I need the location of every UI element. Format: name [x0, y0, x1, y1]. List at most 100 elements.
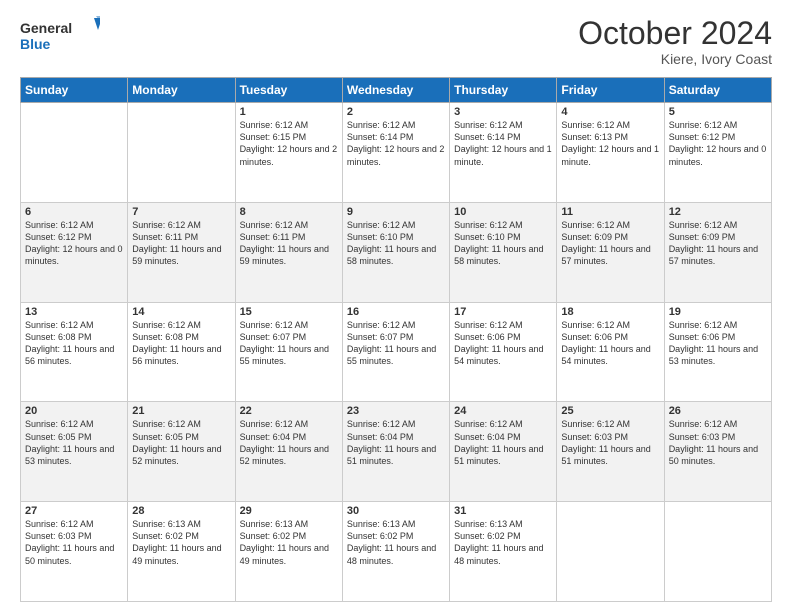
day-cell: 6Sunrise: 6:12 AM Sunset: 6:12 PM Daylig…: [21, 202, 128, 302]
day-cell: 28Sunrise: 6:13 AM Sunset: 6:02 PM Dayli…: [128, 502, 235, 602]
day-number: 16: [347, 306, 445, 318]
day-number: 21: [132, 405, 230, 417]
day-info: Sunrise: 6:13 AM Sunset: 6:02 PM Dayligh…: [347, 518, 445, 567]
week-row-2: 6Sunrise: 6:12 AM Sunset: 6:12 PM Daylig…: [21, 202, 772, 302]
day-cell: 23Sunrise: 6:12 AM Sunset: 6:04 PM Dayli…: [342, 402, 449, 502]
day-info: Sunrise: 6:12 AM Sunset: 6:07 PM Dayligh…: [347, 319, 445, 368]
day-cell: 4Sunrise: 6:12 AM Sunset: 6:13 PM Daylig…: [557, 103, 664, 203]
day-number: 8: [240, 206, 338, 218]
day-cell: 10Sunrise: 6:12 AM Sunset: 6:10 PM Dayli…: [450, 202, 557, 302]
title-block: October 2024 Kiere, Ivory Coast: [578, 16, 772, 67]
day-cell: 31Sunrise: 6:13 AM Sunset: 6:02 PM Dayli…: [450, 502, 557, 602]
day-number: 30: [347, 505, 445, 517]
day-number: 10: [454, 206, 552, 218]
col-sunday: Sunday: [21, 78, 128, 103]
day-number: 5: [669, 106, 767, 118]
col-thursday: Thursday: [450, 78, 557, 103]
day-number: 27: [25, 505, 123, 517]
day-info: Sunrise: 6:12 AM Sunset: 6:13 PM Dayligh…: [561, 119, 659, 168]
day-cell: 25Sunrise: 6:12 AM Sunset: 6:03 PM Dayli…: [557, 402, 664, 502]
day-info: Sunrise: 6:12 AM Sunset: 6:06 PM Dayligh…: [454, 319, 552, 368]
col-friday: Friday: [557, 78, 664, 103]
day-cell: 14Sunrise: 6:12 AM Sunset: 6:08 PM Dayli…: [128, 302, 235, 402]
day-number: 29: [240, 505, 338, 517]
col-saturday: Saturday: [664, 78, 771, 103]
day-number: 3: [454, 106, 552, 118]
day-number: 11: [561, 206, 659, 218]
day-info: Sunrise: 6:12 AM Sunset: 6:03 PM Dayligh…: [561, 418, 659, 467]
day-info: Sunrise: 6:12 AM Sunset: 6:05 PM Dayligh…: [132, 418, 230, 467]
day-info: Sunrise: 6:12 AM Sunset: 6:10 PM Dayligh…: [454, 219, 552, 268]
day-cell: [21, 103, 128, 203]
day-number: 22: [240, 405, 338, 417]
day-cell: 22Sunrise: 6:12 AM Sunset: 6:04 PM Dayli…: [235, 402, 342, 502]
day-info: Sunrise: 6:12 AM Sunset: 6:04 PM Dayligh…: [454, 418, 552, 467]
day-cell: 7Sunrise: 6:12 AM Sunset: 6:11 PM Daylig…: [128, 202, 235, 302]
svg-text:Blue: Blue: [20, 36, 51, 52]
logo-svg: General Blue: [20, 16, 100, 56]
day-info: Sunrise: 6:12 AM Sunset: 6:03 PM Dayligh…: [669, 418, 767, 467]
day-number: 13: [25, 306, 123, 318]
week-row-1: 1Sunrise: 6:12 AM Sunset: 6:15 PM Daylig…: [21, 103, 772, 203]
day-number: 26: [669, 405, 767, 417]
day-info: Sunrise: 6:12 AM Sunset: 6:14 PM Dayligh…: [347, 119, 445, 168]
day-cell: 5Sunrise: 6:12 AM Sunset: 6:12 PM Daylig…: [664, 103, 771, 203]
day-cell: 15Sunrise: 6:12 AM Sunset: 6:07 PM Dayli…: [235, 302, 342, 402]
day-number: 18: [561, 306, 659, 318]
day-info: Sunrise: 6:12 AM Sunset: 6:10 PM Dayligh…: [347, 219, 445, 268]
day-cell: [664, 502, 771, 602]
day-cell: 21Sunrise: 6:12 AM Sunset: 6:05 PM Dayli…: [128, 402, 235, 502]
day-info: Sunrise: 6:12 AM Sunset: 6:09 PM Dayligh…: [561, 219, 659, 268]
day-cell: 24Sunrise: 6:12 AM Sunset: 6:04 PM Dayli…: [450, 402, 557, 502]
subtitle: Kiere, Ivory Coast: [578, 51, 772, 67]
day-info: Sunrise: 6:12 AM Sunset: 6:08 PM Dayligh…: [132, 319, 230, 368]
day-info: Sunrise: 6:12 AM Sunset: 6:11 PM Dayligh…: [132, 219, 230, 268]
day-cell: 29Sunrise: 6:13 AM Sunset: 6:02 PM Dayli…: [235, 502, 342, 602]
day-info: Sunrise: 6:12 AM Sunset: 6:07 PM Dayligh…: [240, 319, 338, 368]
day-number: 25: [561, 405, 659, 417]
day-number: 28: [132, 505, 230, 517]
day-info: Sunrise: 6:12 AM Sunset: 6:09 PM Dayligh…: [669, 219, 767, 268]
day-number: 14: [132, 306, 230, 318]
day-number: 24: [454, 405, 552, 417]
day-cell: 20Sunrise: 6:12 AM Sunset: 6:05 PM Dayli…: [21, 402, 128, 502]
day-number: 31: [454, 505, 552, 517]
day-info: Sunrise: 6:12 AM Sunset: 6:12 PM Dayligh…: [25, 219, 123, 268]
page: General Blue October 2024 Kiere, Ivory C…: [0, 0, 792, 612]
week-row-5: 27Sunrise: 6:12 AM Sunset: 6:03 PM Dayli…: [21, 502, 772, 602]
header: General Blue October 2024 Kiere, Ivory C…: [20, 16, 772, 67]
logo: General Blue: [20, 16, 100, 56]
day-number: 6: [25, 206, 123, 218]
header-row: Sunday Monday Tuesday Wednesday Thursday…: [21, 78, 772, 103]
col-monday: Monday: [128, 78, 235, 103]
day-info: Sunrise: 6:13 AM Sunset: 6:02 PM Dayligh…: [132, 518, 230, 567]
day-number: 2: [347, 106, 445, 118]
day-cell: 19Sunrise: 6:12 AM Sunset: 6:06 PM Dayli…: [664, 302, 771, 402]
day-cell: 13Sunrise: 6:12 AM Sunset: 6:08 PM Dayli…: [21, 302, 128, 402]
day-cell: 30Sunrise: 6:13 AM Sunset: 6:02 PM Dayli…: [342, 502, 449, 602]
day-cell: 12Sunrise: 6:12 AM Sunset: 6:09 PM Dayli…: [664, 202, 771, 302]
day-cell: 11Sunrise: 6:12 AM Sunset: 6:09 PM Dayli…: [557, 202, 664, 302]
day-info: Sunrise: 6:13 AM Sunset: 6:02 PM Dayligh…: [454, 518, 552, 567]
calendar-table: Sunday Monday Tuesday Wednesday Thursday…: [20, 77, 772, 602]
day-info: Sunrise: 6:12 AM Sunset: 6:05 PM Dayligh…: [25, 418, 123, 467]
day-number: 19: [669, 306, 767, 318]
day-info: Sunrise: 6:12 AM Sunset: 6:06 PM Dayligh…: [561, 319, 659, 368]
day-number: 7: [132, 206, 230, 218]
day-info: Sunrise: 6:13 AM Sunset: 6:02 PM Dayligh…: [240, 518, 338, 567]
day-number: 17: [454, 306, 552, 318]
day-cell: 3Sunrise: 6:12 AM Sunset: 6:14 PM Daylig…: [450, 103, 557, 203]
day-cell: [128, 103, 235, 203]
day-cell: [557, 502, 664, 602]
col-wednesday: Wednesday: [342, 78, 449, 103]
day-info: Sunrise: 6:12 AM Sunset: 6:12 PM Dayligh…: [669, 119, 767, 168]
day-cell: 1Sunrise: 6:12 AM Sunset: 6:15 PM Daylig…: [235, 103, 342, 203]
day-info: Sunrise: 6:12 AM Sunset: 6:04 PM Dayligh…: [347, 418, 445, 467]
day-number: 20: [25, 405, 123, 417]
day-info: Sunrise: 6:12 AM Sunset: 6:03 PM Dayligh…: [25, 518, 123, 567]
day-number: 12: [669, 206, 767, 218]
day-info: Sunrise: 6:12 AM Sunset: 6:14 PM Dayligh…: [454, 119, 552, 168]
month-title: October 2024: [578, 16, 772, 51]
day-cell: 9Sunrise: 6:12 AM Sunset: 6:10 PM Daylig…: [342, 202, 449, 302]
day-number: 23: [347, 405, 445, 417]
